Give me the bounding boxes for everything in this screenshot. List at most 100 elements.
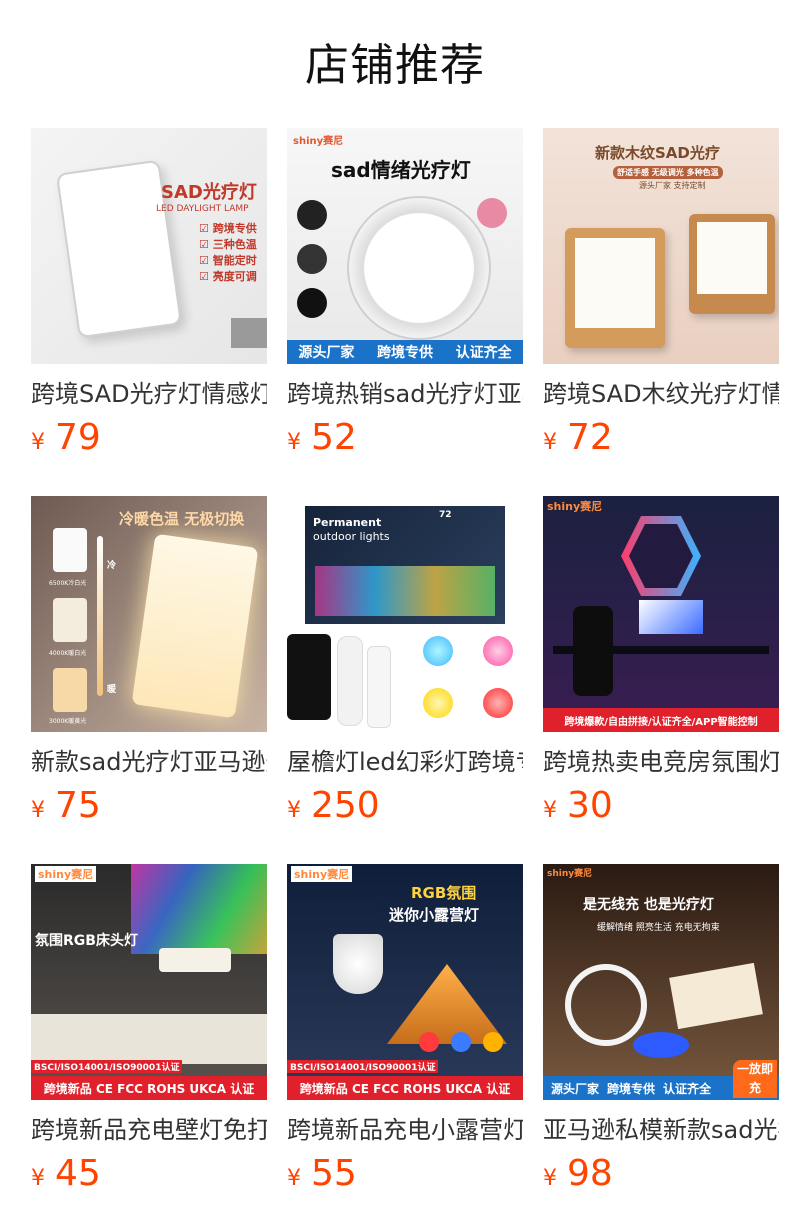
flower-decoration: [477, 198, 507, 228]
image-banner: 跨境爆款/自由拼接/认证齐全/APP智能控制: [543, 708, 779, 732]
rgb-beam: [131, 864, 267, 954]
cert-text: BSCI/ISO14001/ISO90001认证: [287, 1060, 439, 1073]
product-card[interactable]: shiny赛尼 跨境爆款/自由拼接/认证齐全/APP智能控制 跨境热卖电竞房氛围…: [543, 496, 779, 828]
light-bulb: [423, 636, 453, 666]
image-heading: 氛围RGB床头灯: [35, 933, 138, 949]
product-price: ¥ 55: [287, 1152, 523, 1196]
product-card[interactable]: 冷暖色温 无极切换 6500K冷白光 4000K暖白光 3000K暖黄光 冷 暖…: [31, 496, 267, 828]
camping-lantern: [333, 934, 383, 994]
warm-label: 暖: [107, 685, 117, 695]
mini-lamp: [483, 1032, 503, 1052]
dot-dark: [297, 200, 327, 230]
lamp-base: [231, 318, 267, 348]
product-card[interactable]: shiny赛尼 RGB氛围 迷你小露营灯 BSCI/ISO14001/ISO90…: [287, 864, 523, 1196]
image-feature: ☑ 亮度可调: [199, 270, 257, 283]
controller: [337, 636, 363, 726]
temperature-slider: [97, 536, 103, 696]
brand-logo: shiny赛尼: [35, 866, 97, 882]
cold-label: 冷: [107, 561, 117, 571]
ring-lamp: [565, 964, 647, 1046]
product-image[interactable]: shiny赛尼 跨境爆款/自由拼接/认证齐全/APP智能控制: [543, 496, 779, 732]
product-title[interactable]: 新款sad光疗灯亚马逊爆款: [31, 744, 267, 780]
price-value: 72: [567, 417, 613, 458]
price-value: 98: [567, 1153, 613, 1194]
currency-symbol: ¥: [31, 1166, 45, 1191]
product-title[interactable]: 跨境热卖电竞房氛围灯: [543, 744, 779, 780]
image-banner: 源头厂家 跨境专供 认证齐全: [287, 340, 523, 364]
image-feature: ☑ 三种色温: [199, 238, 257, 251]
price-value: 75: [55, 785, 101, 826]
product-price: ¥ 250: [287, 784, 523, 828]
lamp-ring: [347, 196, 491, 340]
brand-logo: shiny赛尼: [547, 869, 593, 879]
image-heading: 是无线充 也是光疗灯: [583, 897, 714, 913]
product-title[interactable]: 跨境SAD木纹光疗灯情感: [543, 376, 779, 412]
bed: [31, 1014, 267, 1064]
lamp-panel: [131, 533, 259, 719]
product-title[interactable]: 亚马逊私模新款sad光疗灯: [543, 1112, 779, 1148]
light-bulb: [483, 636, 513, 666]
product-image[interactable]: shiny赛尼 是无线充 也是光疗灯 缓解情绪 照亮生活 充电无拘束 源头厂家 …: [543, 864, 779, 1100]
product-image[interactable]: 新款木纹SAD光疗 舒适手感 无级调光 多种色温 源头厂家 支持定制: [543, 128, 779, 364]
product-price: ¥ 72: [543, 416, 779, 460]
product-card[interactable]: Permanent outdoor lights 72 屋檐灯led幻彩灯跨境专…: [287, 496, 523, 828]
price-value: 30: [567, 785, 613, 826]
monitor-screen: [639, 600, 703, 634]
image-banner: 跨境新品 CE FCC ROHS UKCA 认证: [287, 1076, 523, 1100]
image-heading: RGB氛围: [411, 884, 477, 902]
product-image[interactable]: SAD光疗灯 LED DAYLIGHT LAMP ☑ 跨境专供 ☑ 三种色温 ☑…: [31, 128, 267, 364]
swatch-label: 3000K暖黄光: [49, 718, 87, 725]
image-subheading: LED DAYLIGHT LAMP: [156, 204, 249, 214]
image-heading: 新款木纹SAD光疗: [595, 144, 720, 162]
product-card[interactable]: shiny赛尼 氛围RGB床头灯 BSCI/ISO14001/ISO90001认…: [31, 864, 267, 1196]
image-banner: 跨境新品 CE FCC ROHS UKCA 认证: [31, 1076, 267, 1100]
product-price: ¥ 98: [543, 1152, 779, 1196]
page-title: 店铺推荐: [305, 40, 485, 91]
product-image[interactable]: shiny赛尼 sad情绪光疗灯 源头厂家 跨境专供 认证齐全: [287, 128, 523, 364]
product-image[interactable]: shiny赛尼 RGB氛围 迷你小露营灯 BSCI/ISO14001/ISO90…: [287, 864, 523, 1100]
product-card[interactable]: 新款木纹SAD光疗 舒适手感 无级调光 多种色温 源头厂家 支持定制 跨境SAD…: [543, 128, 779, 460]
currency-symbol: ¥: [543, 1166, 557, 1191]
currency-symbol: ¥: [543, 798, 557, 823]
product-image[interactable]: 冷暖色温 无极切换 6500K冷白光 4000K暖白光 3000K暖黄光 冷 暖: [31, 496, 267, 732]
gaming-chair: [573, 606, 613, 696]
currency-symbol: ¥: [543, 430, 557, 455]
product-title[interactable]: 跨境新品充电小露营灯: [287, 1112, 523, 1148]
product-price: ¥ 45: [31, 1152, 267, 1196]
image-heading-2: 迷你小露营灯: [389, 906, 480, 924]
badge-text: 一放即充: [733, 1060, 777, 1098]
wood-lamp-large: [565, 228, 665, 348]
product-image[interactable]: shiny赛尼 氛围RGB床头灯 BSCI/ISO14001/ISO90001认…: [31, 864, 267, 1100]
product-card[interactable]: SAD光疗灯 LED DAYLIGHT LAMP ☑ 跨境专供 ☑ 三种色温 ☑…: [31, 128, 267, 460]
wall-lamp: [159, 948, 231, 972]
product-title[interactable]: 跨境SAD光疗灯情感灯: [31, 376, 267, 412]
product-title[interactable]: 屋檐灯led幻彩灯跨境专供: [287, 744, 523, 780]
light-bulb: [423, 688, 453, 718]
house-lights: [315, 566, 495, 616]
product-card[interactable]: shiny赛尼 sad情绪光疗灯 源头厂家 跨境专供 认证齐全 跨境热销sad光…: [287, 128, 523, 460]
product-card[interactable]: shiny赛尼 是无线充 也是光疗灯 缓解情绪 照亮生活 充电无拘束 源头厂家 …: [543, 864, 779, 1196]
charging-pad: [633, 1032, 689, 1058]
box-count: 72: [439, 510, 452, 520]
product-title[interactable]: 跨境新品充电壁灯免打孔: [31, 1112, 267, 1148]
image-subheading: 缓解情绪 照亮生活 充电无拘束: [597, 923, 720, 933]
price-value: 250: [311, 785, 380, 826]
product-box: Permanent outdoor lights 72: [305, 506, 505, 624]
dot-dark: [297, 244, 327, 274]
image-note: 源头厂家 支持定制: [639, 181, 706, 190]
image-subheading: 舒适手感 无级调光 多种色温: [613, 166, 723, 179]
currency-symbol: ¥: [287, 798, 301, 823]
swatch-warm: [53, 668, 87, 712]
cert-text: BSCI/ISO14001/ISO90001认证: [31, 1060, 183, 1073]
product-price: ¥ 30: [543, 784, 779, 828]
currency-symbol: ¥: [31, 798, 45, 823]
brand-logo: shiny赛尼: [291, 866, 353, 882]
image-feature: ☑ 智能定时: [199, 254, 257, 267]
price-value: 52: [311, 417, 357, 458]
product-price: ¥ 52: [287, 416, 523, 460]
brand-logo: shiny赛尼: [547, 500, 603, 513]
image-heading: sad情绪光疗灯: [331, 158, 471, 182]
product-image[interactable]: Permanent outdoor lights 72: [287, 496, 523, 732]
image-feature: ☑ 跨境专供: [199, 222, 257, 235]
product-title[interactable]: 跨境热销sad光疗灯亚马逊: [287, 376, 523, 412]
